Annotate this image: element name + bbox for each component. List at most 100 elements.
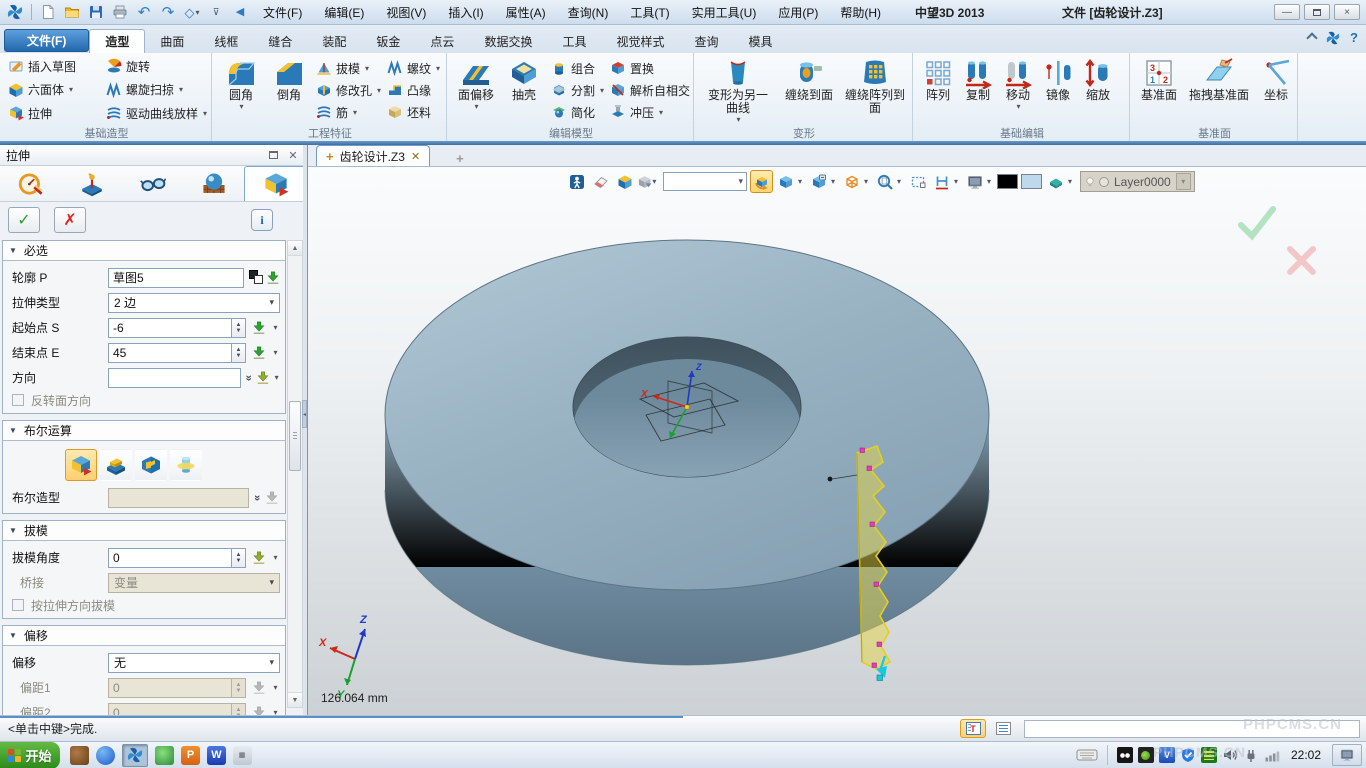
splitter-grip[interactable]: ◂ (302, 400, 307, 428)
document-tab[interactable]: + 齿轮设计.Z3 ✕ (316, 145, 430, 166)
info-button[interactable]: i (251, 209, 273, 231)
style-icon[interactable] (1326, 31, 1340, 45)
ribbon-item-flange[interactable]: 凸缘 (385, 80, 442, 100)
profile-input[interactable] (108, 268, 244, 288)
draft-angle-input[interactable] (108, 548, 231, 568)
tab-sphere-icon[interactable] (183, 166, 244, 201)
ribbon-item-revolve[interactable]: 旋转 (104, 56, 212, 76)
ribbon-item-chamfer[interactable]: 倒角 (266, 56, 312, 103)
ribbon-item-drag-datum[interactable]: 拖拽基准面 (1184, 56, 1254, 103)
ribbon-item-punch[interactable]: 冲压▾ (608, 102, 692, 122)
filter-icon[interactable]: ▾ (637, 170, 660, 193)
ribbon-item-datum-plane[interactable]: 基准面 (1136, 56, 1182, 103)
cancel-button[interactable]: ✗ (54, 207, 86, 233)
direction-input[interactable] (108, 368, 241, 388)
menu-applications[interactable]: 应用(P) (768, 2, 828, 23)
menu-utilities[interactable]: 实用工具(U) (682, 2, 767, 23)
section-header-required[interactable]: ▼必选 (3, 241, 285, 261)
ribbon-item-draft[interactable]: 拔模▾ (314, 58, 383, 78)
tab-mold[interactable]: 模具 (734, 29, 788, 53)
ribbon-item-modify-hole[interactable]: 修改孔▾ (314, 80, 383, 100)
ribbon-item-spiral-sweep[interactable]: 螺旋扫掠▾ (104, 80, 212, 100)
save-button[interactable] (85, 2, 107, 22)
ribbon-item-wrap-to-face[interactable]: 缠绕到面 (778, 56, 840, 103)
tab-extrude-box-icon[interactable] (244, 166, 307, 201)
model-canvas[interactable]: X Z (308, 167, 1366, 715)
ribbon-item-rib[interactable]: 筋▾ (314, 102, 383, 122)
command-input[interactable] (1024, 720, 1360, 738)
rotate-view-icon[interactable] (750, 170, 773, 193)
shield-tray-icon[interactable] (1180, 747, 1196, 763)
show-box-icon[interactable] (613, 170, 636, 193)
end-dropdown-icon[interactable]: ▾ (271, 348, 280, 357)
ribbon-item-heal-self-intersect[interactable]: 解析自相交 (608, 80, 692, 100)
tab-tools[interactable]: 工具 (547, 29, 601, 53)
section-header-draft[interactable]: ▼拔模 (3, 521, 285, 541)
tab-gauge-icon[interactable] (0, 166, 61, 201)
face-view-icon[interactable] (807, 170, 830, 193)
tab-assembly[interactable]: 装配 (307, 29, 361, 53)
back-button[interactable]: ◀ (229, 2, 251, 22)
clock[interactable]: 22:02 (1285, 748, 1327, 762)
expand-chevron-icon[interactable]: » (242, 373, 254, 382)
menu-help[interactable]: 帮助(H) (830, 2, 891, 23)
dolby-tray-icon[interactable] (1117, 747, 1133, 763)
new-file-button[interactable] (37, 2, 59, 22)
ribbon-item-wrap-array-to-face[interactable]: 缠绕阵列到面 (842, 56, 908, 116)
redo-button[interactable]: ↷ (157, 2, 179, 22)
select-rect-icon[interactable] (906, 170, 929, 193)
ribbon-item-combine[interactable]: 组合 (549, 58, 606, 78)
boolean-add-button[interactable] (100, 449, 132, 481)
quicklaunch-keypad-icon[interactable]: ▦ (233, 746, 252, 765)
ribbon-item-copy[interactable]: 复制 (959, 56, 997, 103)
ribbon-item-replace[interactable]: 置换 (608, 58, 692, 78)
pick-profile-icon[interactable] (265, 268, 280, 287)
ribbon-item-stock[interactable]: 坯料 (385, 102, 442, 122)
ribbon-item-shell[interactable]: 抽壳 (501, 56, 547, 103)
draft-by-direction-checkbox[interactable] (12, 599, 24, 611)
view-diamond-button[interactable]: ◇▾ (181, 2, 203, 22)
ribbon-item-driven-curve-loft[interactable]: 驱动曲线放样▾ (104, 103, 212, 123)
menu-insert[interactable]: 插入(I) (438, 2, 493, 23)
list-view-icon[interactable] (990, 719, 1016, 738)
ribbon-item-simplify[interactable]: 简化 (549, 102, 606, 122)
tab-pointcloud[interactable]: 点云 (415, 29, 469, 53)
print-button[interactable] (109, 2, 131, 22)
eraser-icon[interactable] (589, 170, 612, 193)
gear-blank-model[interactable] (385, 240, 989, 665)
display-monitor-icon[interactable] (963, 170, 986, 193)
scrollbar-thumb[interactable] (289, 401, 301, 471)
new-document-tab-button[interactable]: + (448, 151, 472, 166)
menu-inquire[interactable]: 查询(N) (558, 2, 619, 23)
quicklaunch-p-icon[interactable]: P (181, 746, 200, 765)
zoom-scope-icon[interactable] (873, 170, 896, 193)
tab-joystick-icon[interactable] (61, 166, 122, 201)
pick-end-icon[interactable] (249, 343, 268, 362)
boolean-intersect-button[interactable] (170, 449, 202, 481)
tab-surface[interactable]: 曲面 (145, 29, 199, 53)
collapse-ribbon-icon[interactable] (1306, 32, 1317, 43)
black-color-swatch[interactable] (997, 174, 1018, 189)
ribbon-item-csys[interactable]: 坐标 (1256, 56, 1296, 103)
tab-inquire[interactable]: 查询 (679, 29, 733, 53)
boolean-remove-button[interactable] (135, 449, 167, 481)
quicklaunch-dog-icon[interactable] (70, 746, 89, 765)
menu-tools[interactable]: 工具(T) (620, 2, 679, 23)
tab-close-icon[interactable]: ✕ (411, 150, 420, 163)
shaded-view-icon[interactable] (774, 170, 797, 193)
taskbar-zw3d-button[interactable] (122, 744, 148, 767)
close-button[interactable]: × (1334, 4, 1360, 20)
ribbon-item-fillet[interactable]: 圆角▾ (218, 56, 264, 112)
ribbon-item-thread[interactable]: 螺纹▾ (385, 58, 442, 78)
wireframe-view-icon[interactable] (840, 170, 863, 193)
quicklaunch-green-icon[interactable] (155, 746, 174, 765)
minimize-button[interactable]: — (1274, 4, 1300, 20)
section-header-boolean[interactable]: ▼布尔运算 (3, 421, 285, 441)
help-icon[interactable]: ? (1350, 30, 1358, 45)
ribbon-item-mirror[interactable]: 镜像 (1039, 56, 1077, 103)
keyboard-tray-icon[interactable] (1076, 748, 1098, 762)
signal-tray-icon[interactable] (1264, 747, 1280, 763)
ribbon-item-insert-sketch[interactable]: 插入草图 (6, 56, 102, 76)
end-point-input[interactable] (108, 343, 231, 363)
quicklaunch-browser-icon[interactable] (96, 746, 115, 765)
